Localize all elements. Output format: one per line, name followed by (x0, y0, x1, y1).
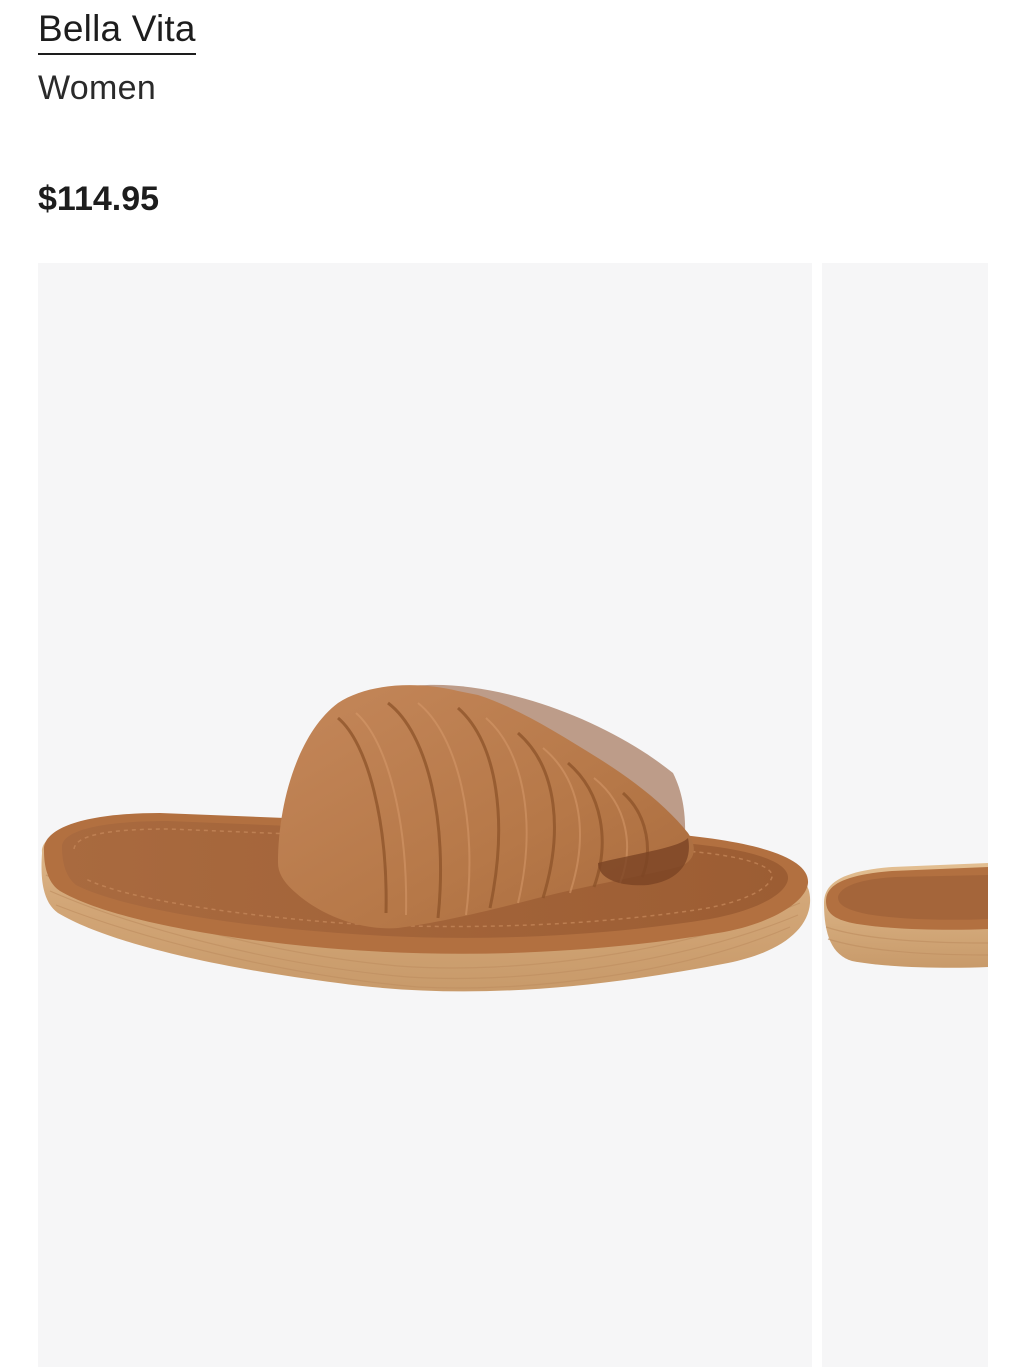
product-price: $114.95 (38, 180, 160, 218)
sandal-image (824, 863, 988, 968)
product-page: Bella Vita Women $114.95 (0, 0, 1025, 1367)
sandal-image (41, 684, 811, 992)
brand-link[interactable]: Bella Vita (38, 6, 196, 55)
gallery-image-2[interactable] (822, 263, 988, 1367)
gallery-image-1[interactable] (38, 263, 812, 1367)
image-gallery[interactable] (38, 263, 1025, 1367)
product-category: Women (38, 69, 157, 107)
